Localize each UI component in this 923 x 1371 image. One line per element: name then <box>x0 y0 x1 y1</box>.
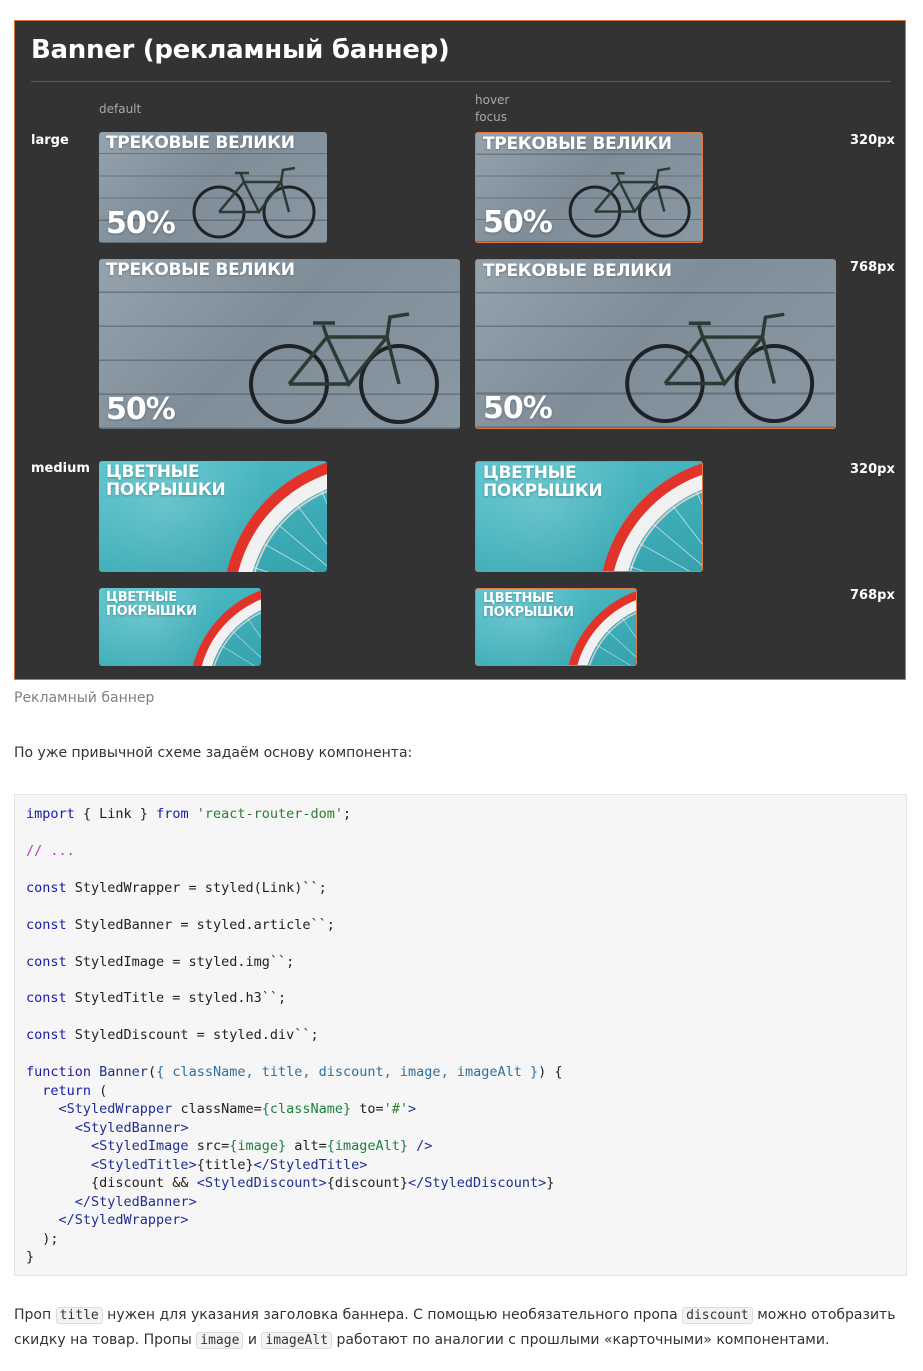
banner-discount: 50% <box>483 391 553 426</box>
column-label-focus: focus <box>475 110 508 124</box>
size-label-320-medium: 320px <box>850 462 895 477</box>
size-label-768-medium: 768px <box>850 588 895 603</box>
code-line-7: const StyledDiscount = styled.div``; <box>26 1027 319 1044</box>
code-line-8: function Banner({ className, title, disc… <box>26 1064 563 1081</box>
outro-line-2: скидку на товар. Пропы image и imageAlt … <box>14 1332 830 1349</box>
banner-large-768-hover[interactable]: ТРЕКОВЫЕ ВЕЛИКИ 50% <box>475 259 836 429</box>
banner-medium-320-hover[interactable]: ЦВЕТНЫЕ ПОКРЫШКИ <box>475 461 703 572</box>
banner-title: ТРЕКОВЫЕ ВЕЛИКИ <box>106 260 295 280</box>
banner-large-320-hover[interactable]: ТРЕКОВЫЕ ВЕЛИКИ 50% <box>475 132 703 243</box>
code-line-1: import { Link } from 'react-router-dom'; <box>26 806 352 822</box>
banner-large-768-default[interactable]: ТРЕКОВЫЕ ВЕЛИКИ 50% <box>99 259 460 429</box>
figure-title: Banner (рекламный баннер) <box>31 35 450 65</box>
figure-caption: Рекламный баннер <box>14 690 155 706</box>
row-label-large: large <box>31 133 69 148</box>
code-line-17: ); <box>26 1230 59 1247</box>
banner-large-320-default[interactable]: ТРЕКОВЫЕ ВЕЛИКИ 50% <box>99 132 327 243</box>
code-line-9: return ( <box>42 1082 108 1099</box>
banner-title: ЦВЕТНЫЕ ПОКРЫШКИ <box>106 462 226 500</box>
column-label-hover-focus: hover focus <box>475 92 509 126</box>
code-line-10: <StyledWrapper className={className} to=… <box>58 1101 417 1118</box>
code-line-14: {discount && <StyledDiscount>{discount}<… <box>91 1175 555 1192</box>
banner-discount: 50% <box>483 205 553 240</box>
outro-paragraph: Проп title нужен для указания заголовка … <box>14 1303 895 1353</box>
banner-discount: 50% <box>106 206 176 241</box>
banner-title: ТРЕКОВЫЕ ВЕЛИКИ <box>483 134 672 154</box>
code-line-18: } <box>26 1249 35 1266</box>
inline-code-imagealt: imageAlt <box>261 1332 333 1349</box>
banner-title: ТРЕКОВЫЕ ВЕЛИКИ <box>483 261 672 281</box>
banner-medium-768-hover[interactable]: ЦВЕТНЫЕ ПОКРЫШКИ <box>475 588 637 666</box>
code-line-13: <StyledTitle>{title}</StyledTitle> <box>91 1156 368 1173</box>
code-line-3: const StyledWrapper = styled(Link)``; <box>26 879 327 896</box>
size-label-768-large: 768px <box>850 260 895 275</box>
banner-medium-320-default[interactable]: ЦВЕТНЫЕ ПОКРЫШКИ <box>99 461 327 572</box>
outro-line-1: Проп title нужен для указания заголовка … <box>14 1307 896 1324</box>
intro-paragraph: По уже привычной схеме задаём основу ком… <box>14 745 413 761</box>
size-label-320-large: 320px <box>850 133 895 148</box>
inline-code-discount: discount <box>682 1307 753 1324</box>
banner-discount: 50% <box>106 392 176 427</box>
banner-title: ЦВЕТНЫЕ ПОКРЫШКИ <box>483 463 603 501</box>
inline-code-title: title <box>55 1307 103 1324</box>
code-block: import { Link } from 'react-router-dom';… <box>14 794 907 1276</box>
banner-title: ЦВЕТНЫЕ ПОКРЫШКИ <box>106 590 197 619</box>
column-label-hover: hover <box>475 93 510 107</box>
code-line-4: const StyledBanner = styled.article``; <box>26 916 335 933</box>
column-label-default: default <box>99 102 142 116</box>
row-label-medium: medium <box>31 461 90 476</box>
banner-showcase-figure: Banner (рекламный баннер) default hover … <box>14 20 906 680</box>
inline-code-image: image <box>196 1332 244 1349</box>
figure-divider <box>31 81 891 82</box>
banner-medium-768-default[interactable]: ЦВЕТНЫЕ ПОКРЫШКИ <box>99 588 261 666</box>
code-line-12: <StyledImage src={image} alt={imageAlt} … <box>91 1138 433 1155</box>
code-line-16: </StyledWrapper> <box>58 1212 189 1229</box>
code-line-11: <StyledBanner> <box>74 1119 189 1136</box>
banner-title: ЦВЕТНЫЕ ПОКРЫШКИ <box>483 591 574 620</box>
code-line-2: // ... <box>26 842 75 859</box>
code-line-5: const StyledImage = styled.img``; <box>26 953 295 970</box>
code-line-6: const StyledTitle = styled.h3``; <box>26 990 287 1007</box>
code-line-15: </StyledBanner> <box>74 1193 197 1210</box>
banner-title: ТРЕКОВЫЕ ВЕЛИКИ <box>106 133 295 153</box>
